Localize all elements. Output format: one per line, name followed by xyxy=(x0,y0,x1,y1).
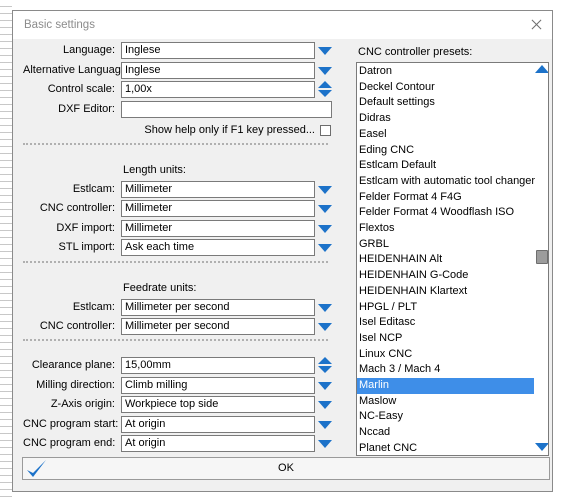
preset-list-item[interactable]: Planet CNC xyxy=(357,441,534,455)
control-scale-input[interactable]: 1,00x xyxy=(121,81,315,98)
clearance-plane-input[interactable]: 15,00mm xyxy=(121,357,315,374)
language-dropdown-icon[interactable] xyxy=(318,44,332,58)
preset-list-item[interactable]: Flextos xyxy=(357,221,534,237)
control-scale-spinner-icon[interactable] xyxy=(318,81,332,98)
preset-list-item[interactable]: Deckel Contour xyxy=(357,80,534,96)
feedrate-estlcam-label: Estlcam: xyxy=(72,301,115,313)
scroll-up-icon[interactable] xyxy=(535,65,548,75)
presets-list[interactable]: Datron Deckel Contour Default settings Didr… xyxy=(356,62,549,456)
preset-list-item[interactable]: Estlcam Default xyxy=(357,158,534,174)
feedrate-cnc-label: CNC controller: xyxy=(39,320,115,332)
preset-list-item[interactable]: HEIDENHAIN Alt xyxy=(357,252,534,268)
alt-language-dropdown-icon[interactable] xyxy=(318,64,332,78)
help-checkbox-label: Show help only if F1 key pressed... xyxy=(144,124,315,136)
preset-list-item[interactable]: Felder Format 4 Woodflash ISO xyxy=(357,205,534,221)
length-cnc-label: CNC controller: xyxy=(39,202,115,214)
dxf-editor-label: DXF Editor: xyxy=(58,103,115,115)
z-axis-origin-label: Z-Axis origin: xyxy=(50,398,115,410)
program-start-label: CNC program start: xyxy=(23,418,119,430)
language-label: Language: xyxy=(63,44,115,56)
program-start-dropdown-icon[interactable] xyxy=(318,418,332,432)
title-bar: Basic settings xyxy=(13,11,552,39)
preset-list-item[interactable]: Marlin xyxy=(357,378,534,394)
language-select[interactable]: Inglese xyxy=(121,42,315,59)
feedrate-cnc-dropdown-icon[interactable] xyxy=(318,320,332,334)
stl-import-label: STL import: xyxy=(58,241,115,253)
ok-button-label: OK xyxy=(278,462,294,474)
program-end-select[interactable]: At origin xyxy=(121,435,315,452)
basic-settings-dialog: Basic settings Language: Inglese Alterna… xyxy=(12,10,553,492)
separator xyxy=(23,143,328,145)
separator xyxy=(23,261,328,263)
z-axis-origin-select[interactable]: Workpiece top side xyxy=(121,396,315,413)
preset-list-item[interactable]: Eding CNC xyxy=(357,143,534,159)
preset-list-item[interactable]: Default settings xyxy=(357,95,534,111)
milling-direction-dropdown-icon[interactable] xyxy=(318,379,332,393)
stl-import-select[interactable]: Ask each time xyxy=(121,239,315,256)
feedrate-estlcam-select[interactable]: Millimeter per second xyxy=(121,299,315,316)
preset-list-item[interactable]: HPGL / PLT xyxy=(357,300,534,316)
preset-list-item[interactable]: Nccad xyxy=(357,425,534,441)
length-cnc-dropdown-icon[interactable] xyxy=(318,202,332,216)
length-estlcam-dropdown-icon[interactable] xyxy=(318,183,332,197)
preset-list-item[interactable]: Mach 3 / Mach 4 xyxy=(357,362,534,378)
ok-button[interactable]: OK xyxy=(22,457,550,480)
dxf-import-select[interactable]: Millimeter xyxy=(121,220,315,237)
length-estlcam-select[interactable]: Millimeter xyxy=(121,181,315,198)
dxf-editor-input[interactable] xyxy=(121,101,332,118)
help-checkbox[interactable] xyxy=(320,125,331,136)
dxf-import-dropdown-icon[interactable] xyxy=(318,222,332,236)
milling-direction-select[interactable]: Climb milling xyxy=(121,377,315,394)
feedrate-cnc-select[interactable]: Millimeter per second xyxy=(121,318,315,335)
preset-list-item[interactable]: Felder Format 4 F4G xyxy=(357,190,534,206)
preset-list-item[interactable]: Estlcam with automatic tool changer xyxy=(357,174,535,190)
program-start-select[interactable]: At origin xyxy=(121,416,315,433)
scroll-down-icon[interactable] xyxy=(535,443,548,453)
close-icon[interactable] xyxy=(528,16,546,34)
clearance-plane-label: Clearance plane: xyxy=(31,359,115,371)
preset-list-item[interactable]: GRBL xyxy=(357,237,534,253)
background-document-lines xyxy=(0,0,12,500)
program-end-dropdown-icon[interactable] xyxy=(318,437,332,451)
length-estlcam-label: Estlcam: xyxy=(72,183,115,195)
feedrate-estlcam-dropdown-icon[interactable] xyxy=(318,301,332,315)
preset-list-item[interactable]: Maslow xyxy=(357,394,534,410)
preset-list-item[interactable]: Isel NCP xyxy=(357,331,534,347)
alt-language-label: Alternative Language: xyxy=(23,64,131,76)
scrollbar-thumb[interactable] xyxy=(536,250,548,264)
length-units-heading: Length units: xyxy=(123,164,186,176)
control-scale-label: Control scale: xyxy=(47,83,115,95)
presets-heading: CNC controller presets: xyxy=(358,46,473,58)
preset-list-item[interactable]: Datron xyxy=(357,64,534,80)
preset-list-item[interactable]: Linux CNC xyxy=(357,347,534,363)
preset-list-item[interactable]: HEIDENHAIN Klartext xyxy=(357,284,534,300)
preset-list-item[interactable]: Easel xyxy=(357,127,534,143)
feedrate-units-heading: Feedrate units: xyxy=(123,282,197,294)
preset-list-item[interactable]: Didras xyxy=(357,111,534,127)
preset-list-item[interactable]: HEIDENHAIN G-Code xyxy=(357,268,534,284)
clearance-plane-spinner-icon[interactable] xyxy=(318,357,332,374)
preset-list-item[interactable]: NC-Easy xyxy=(357,409,534,425)
dxf-import-label: DXF import: xyxy=(56,222,115,234)
separator xyxy=(23,339,328,341)
z-axis-origin-dropdown-icon[interactable] xyxy=(318,398,332,412)
preset-list-item[interactable]: Isel Editasc xyxy=(357,315,534,331)
program-end-label: CNC program end: xyxy=(23,437,116,449)
alt-language-select[interactable]: Inglese xyxy=(121,62,315,79)
length-cnc-select[interactable]: Millimeter xyxy=(121,200,315,217)
window-title: Basic settings xyxy=(24,19,95,31)
milling-direction-label: Milling direction: xyxy=(36,379,115,391)
stl-import-dropdown-icon[interactable] xyxy=(318,241,332,255)
